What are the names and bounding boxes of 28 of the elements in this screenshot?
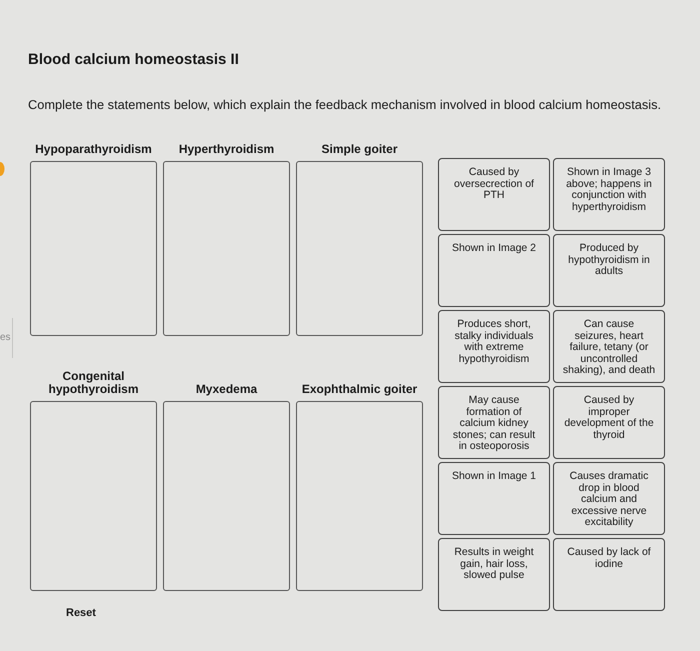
answer-card[interactable]: Shown in Image 2 [438, 234, 550, 307]
category-label: Hyperthyroidism [178, 143, 274, 156]
drop-zone[interactable] [30, 401, 157, 591]
answer-card[interactable]: Causes dramatic drop in blood calcium and excessive nerve excitability [553, 462, 665, 535]
answer-card[interactable]: Produces short, stalky individuals with extreme hypothyroidism [438, 310, 550, 383]
page-title: Blood calcium homeostasis II [28, 50, 239, 69]
drop-zone[interactable] [296, 401, 423, 591]
drop-zone[interactable] [163, 161, 290, 336]
category-label: Myxedema [196, 383, 258, 396]
answer-card[interactable]: Can cause seizures, heart failure, tetany (or uncontrolled shaking), and death [553, 310, 665, 383]
answer-card[interactable]: Caused by improper development of the thyroid [553, 386, 665, 459]
drop-zone[interactable] [30, 161, 157, 336]
drop-zone[interactable] [163, 401, 290, 591]
category-label: Simple goiter [321, 143, 398, 156]
answer-card[interactable]: Results in weight gain, hair loss, slowed pulse [438, 538, 550, 611]
reset-button[interactable]: Reset [64, 605, 98, 621]
answer-card[interactable]: Caused by oversecrection of PTH [438, 158, 550, 231]
answer-card[interactable]: Caused by lack of iodine [553, 538, 665, 611]
instructions-text: Complete the statements below, which explain the feedback mechanism involved in blood calcium homeostasis. [28, 97, 662, 112]
category-label: Exophthalmic goiter [302, 383, 418, 396]
answer-card[interactable]: Shown in Image 3 above; happens in conjunction with hyperthyroidism [553, 158, 665, 231]
marker-icon [0, 162, 5, 176]
drop-zone[interactable] [296, 161, 423, 336]
category-label: Congenital hypothyroidism [47, 370, 140, 396]
answer-card[interactable]: May cause formation of calcium kidney stones; can result in osteoporosis [438, 386, 550, 459]
category-label: Hypoparathyroidism [35, 143, 152, 156]
answer-card[interactable]: Shown in Image 1 [438, 462, 550, 535]
answer-card[interactable]: Produced by hypothyroidism in adults [553, 234, 665, 307]
